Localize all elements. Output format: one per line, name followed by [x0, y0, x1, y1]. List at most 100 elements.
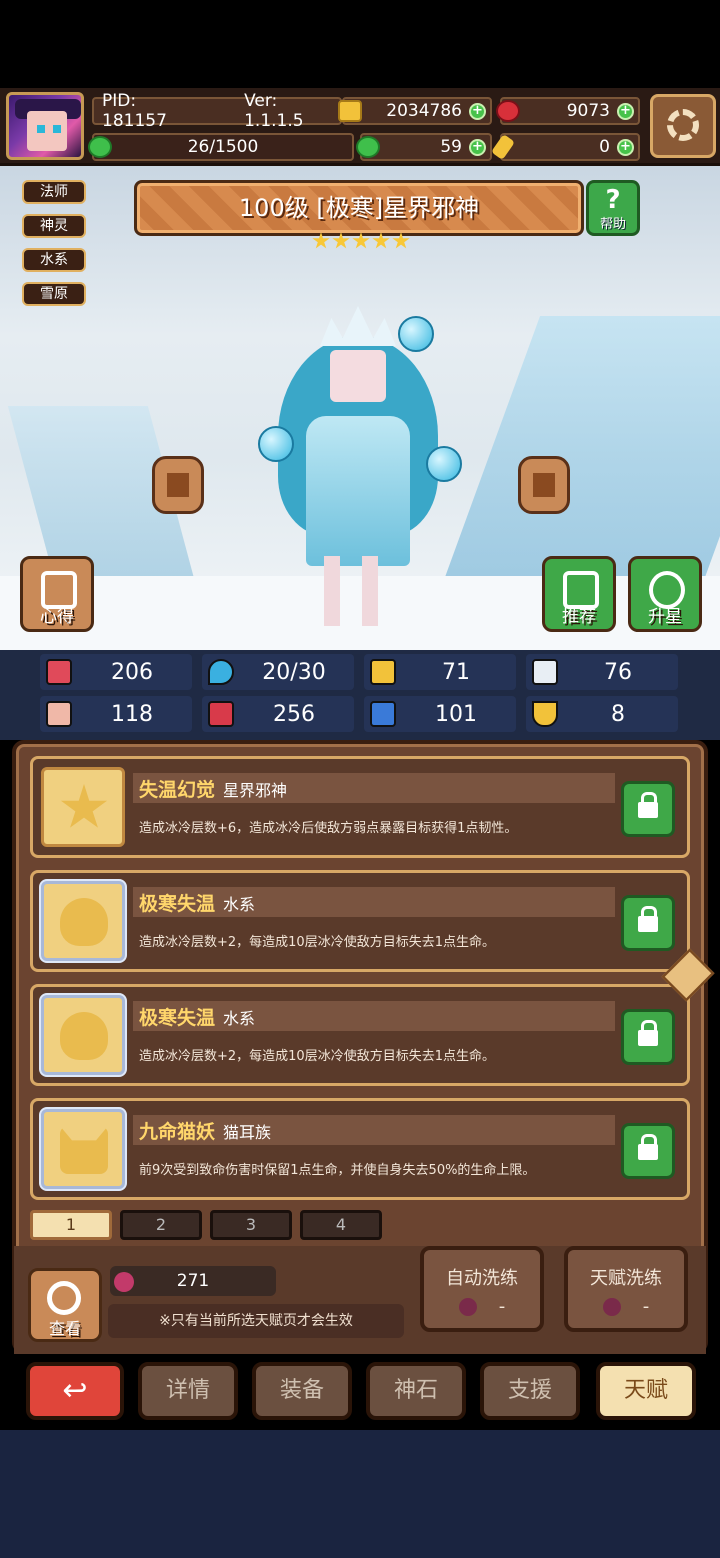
tab-page-3[interactable]: 3 — [210, 1210, 292, 1240]
player-info: PID: 181157 Ver: 1.1.1.5 — [92, 91, 342, 131]
lock-button[interactable] — [621, 781, 675, 837]
add-clovers-button[interactable]: + — [469, 139, 486, 156]
prev-hero-button[interactable] — [152, 456, 204, 514]
add-gems-button[interactable]: + — [617, 103, 634, 120]
lock-icon — [638, 792, 658, 818]
lock-icon — [638, 1134, 658, 1160]
talent-name-row: 极寒失温 水系 — [139, 889, 255, 916]
auto-refine-button[interactable]: 自动洗练 - — [420, 1246, 544, 1332]
talent-source: 猫耳族 — [223, 1123, 272, 1142]
talent-icon-box — [41, 881, 125, 961]
coin-value: 2034786 — [386, 101, 462, 121]
talent-description: 造成冰冷层数+2，每造成10层冰冷使敌方目标失去1点生命。 — [139, 935, 495, 950]
tab-page-4[interactable]: 4 — [300, 1210, 382, 1240]
fruit-icon — [114, 1272, 134, 1292]
talent-name: 极寒失温 — [139, 893, 216, 915]
tab-godstone[interactable]: 神石 — [366, 1362, 466, 1420]
hero-dress — [306, 416, 410, 566]
next-hero-button[interactable] — [518, 456, 570, 514]
footer-area — [0, 1430, 720, 1558]
settings-button[interactable] — [650, 94, 716, 158]
clover-counter: 59 + — [356, 133, 492, 161]
talent-card[interactable]: 九命猫妖 猫耳族 前9次受到致命伤害时保留1点生命，并使自身失去50%的生命上限。 — [30, 1098, 690, 1200]
tab-details[interactable]: 详情 — [138, 1362, 238, 1420]
tab-page-1[interactable]: 1 — [30, 1210, 112, 1240]
pid-text: PID: 181157 — [102, 91, 167, 131]
lock-button[interactable] — [621, 895, 675, 951]
stat-hp: 206 — [40, 654, 192, 690]
key-counter: 0 + — [490, 133, 640, 161]
fist-icon — [46, 701, 72, 727]
talent-name-row: 失温幻觉 星界邪神 — [139, 775, 287, 802]
talent-source: 星界邪神 — [223, 781, 288, 800]
view-button[interactable]: 查看 — [28, 1268, 102, 1342]
star-icon — [312, 232, 330, 249]
status-area — [0, 0, 720, 88]
talent-page-tabs: 1 2 3 4 — [30, 1210, 382, 1240]
help-button[interactable]: ? 帮助 — [586, 180, 640, 236]
ice-orb — [426, 446, 462, 482]
talent-card[interactable]: 极寒失温 水系 造成冰冷层数+2，每造成10层冰冷使敌方目标失去1点生命。 — [30, 870, 690, 972]
gem-icon — [496, 100, 520, 122]
talent-page-note: ※只有当前所选天赋页才会生效 — [108, 1304, 404, 1338]
fruit-counter: 271 — [110, 1266, 276, 1296]
talent-name-row: 极寒失温 水系 — [139, 1003, 255, 1030]
stat-crit: 101 — [364, 696, 516, 732]
tab-equipment[interactable]: 装备 — [252, 1362, 352, 1420]
talent-refine-button[interactable]: 天赋洗练 - — [564, 1246, 688, 1332]
stat-speed: 76 — [526, 654, 678, 690]
coin-counter: 2034786 + — [338, 97, 492, 125]
talent-name: 失温幻觉 — [139, 779, 216, 801]
talent-icon-box — [41, 767, 125, 847]
ice-orb — [398, 316, 434, 352]
stat-attack: 118 — [40, 696, 192, 732]
talent-card[interactable]: 失温幻觉 星界邪神 造成冰冷层数+6，造成冰冷后使敌方弱点暴露目标获得1点韧性。 — [30, 756, 690, 858]
clover-value: 59 — [440, 137, 462, 157]
star-up-button[interactable]: 升星 — [628, 556, 702, 632]
fruit-value: 271 — [176, 1271, 210, 1291]
lock-icon — [638, 1020, 658, 1046]
tab-page-2[interactable]: 2 — [120, 1210, 202, 1240]
ice-orb — [258, 426, 294, 462]
hero-tags: 法师 神灵 水系 雪原 — [22, 180, 86, 316]
tab-support[interactable]: 支援 — [480, 1362, 580, 1420]
talent-card[interactable]: 极寒失温 水系 造成冰冷层数+2，每造成10层冰冷使敌方目标失去1点生命。 — [30, 984, 690, 1086]
add-coins-button[interactable]: + — [469, 103, 486, 120]
gem-counter: 9073 + — [496, 97, 640, 125]
lock-button[interactable] — [621, 1123, 675, 1179]
arrow-left-icon — [167, 473, 189, 497]
stat-defense: 71 — [364, 654, 516, 690]
add-keys-button[interactable]: + — [617, 139, 634, 156]
gem-value: 9073 — [566, 101, 610, 121]
stat-value: 8 — [611, 701, 625, 727]
talent-name: 九命猫妖 — [139, 1121, 216, 1143]
back-button[interactable]: ↩ — [26, 1362, 124, 1420]
talent-icon-box — [41, 995, 125, 1075]
arrow-right-icon — [533, 473, 555, 497]
crit-icon — [370, 701, 396, 727]
talent-icon-box — [41, 1109, 125, 1189]
magnifier-icon — [47, 1281, 81, 1315]
stat-value: 256 — [273, 701, 315, 727]
notes-button[interactable]: 心得 — [20, 556, 94, 632]
recommend-button[interactable]: 推荐 — [542, 556, 616, 632]
stat-value: 71 — [442, 659, 470, 685]
horseshoe-icon — [532, 701, 558, 727]
water-drop-icon — [208, 659, 234, 685]
question-icon: ? — [605, 185, 621, 215]
hero-sprite — [258, 306, 462, 626]
version-text: Ver: 1.1.1.5 — [244, 91, 304, 131]
auto-refine-label: 自动洗练 — [446, 1268, 518, 1289]
tab-talent[interactable]: 天赋 — [596, 1362, 696, 1420]
shield-icon — [370, 659, 396, 685]
auto-refine-cost-value: - — [498, 1296, 506, 1317]
auto-refine-cost: - — [424, 1296, 540, 1317]
stat-value: 206 — [111, 659, 153, 685]
star-talent-icon — [60, 784, 108, 828]
player-avatar[interactable] — [6, 92, 84, 160]
talent-source: 水系 — [223, 1009, 256, 1028]
tag-race: 神灵 — [22, 214, 86, 238]
lock-button[interactable] — [621, 1009, 675, 1065]
stat-value: 118 — [111, 701, 153, 727]
flame-talent-icon — [60, 898, 108, 946]
